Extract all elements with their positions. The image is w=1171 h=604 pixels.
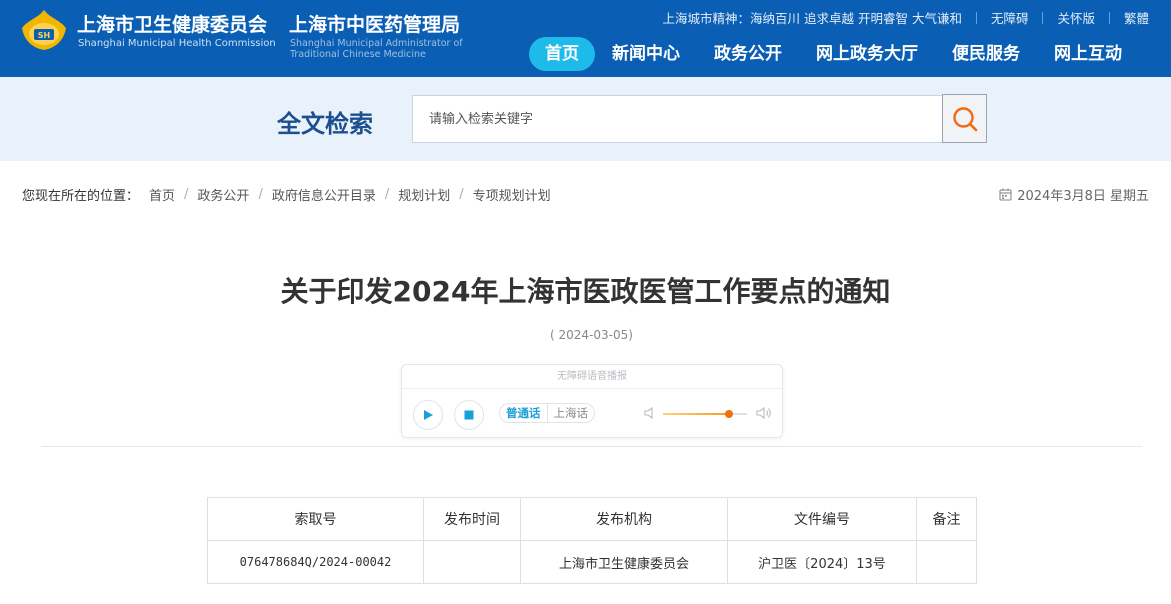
- cell-remarks: [916, 540, 977, 584]
- table-header-row: 索取号 发布时间 发布机构 文件编号 备注: [207, 497, 977, 541]
- breadcrumb-separator: /: [384, 187, 390, 202]
- column-header-document-number: 文件编号: [727, 497, 917, 541]
- stop-button[interactable]: [454, 400, 484, 430]
- volume-slider-fill: [663, 413, 729, 415]
- volume-slider[interactable]: [663, 410, 747, 418]
- separator: [975, 11, 977, 24]
- accessibility-link[interactable]: 无障碍: [991, 8, 1029, 27]
- breadcrumb-separator: /: [258, 187, 263, 202]
- column-header-publisher: 发布机构: [520, 497, 728, 541]
- breadcrumb-home[interactable]: 首页: [149, 185, 175, 204]
- dialect-toggle: 普通话 上海话: [499, 403, 595, 423]
- audio-player: 无障碍语音播报 普通话 上海话: [401, 364, 783, 438]
- content-divider: [41, 446, 1142, 447]
- column-header-publish-time: 发布时间: [423, 497, 521, 541]
- org2-name-en-line2: Traditional Chinese Medicine: [290, 49, 426, 60]
- breadcrumb-info-catalog[interactable]: 政府信息公开目录: [272, 185, 376, 204]
- search-icon: [952, 106, 977, 131]
- volume-low-icon[interactable]: [643, 406, 657, 420]
- article-publish-date: ( 2024-03-05): [550, 328, 633, 342]
- dialect-mandarin-button[interactable]: 普通话: [500, 404, 548, 422]
- nav-item-news[interactable]: 新闻中心: [595, 37, 697, 71]
- org-name-cn[interactable]: 上海市卫生健康委员会: [77, 10, 267, 37]
- play-icon: [424, 410, 433, 420]
- site-header: SH 上海市卫生健康委员会 Shanghai Municipal Health …: [0, 0, 1171, 77]
- org2-name-en: Shanghai Municipal Administrator of Trad…: [290, 38, 463, 60]
- org2-name-en-line1: Shanghai Municipal Administrator of: [290, 38, 463, 49]
- nav-item-interaction[interactable]: 网上互动: [1037, 37, 1139, 71]
- table-row: 076478684Q/2024-00042 上海市卫生健康委员会 沪卫医〔202…: [207, 540, 977, 584]
- audio-player-heading: 无障碍语音播报: [402, 365, 782, 389]
- svg-text:SH: SH: [38, 31, 50, 40]
- breadcrumb-lead: 您现在所在的位置：: [22, 189, 140, 204]
- stop-icon: [464, 410, 474, 420]
- breadcrumb-plans[interactable]: 规划计划: [398, 185, 450, 204]
- nav-item-government-affairs[interactable]: 政务公开: [697, 37, 799, 71]
- document-info-table: 索取号 发布时间 发布机构 文件编号 备注 076478684Q/2024-00…: [207, 497, 977, 584]
- health-commission-logo-icon[interactable]: SH: [20, 8, 68, 52]
- breadcrumb: 您现在所在的位置： 首页 / 政务公开 / 政府信息公开目录 / 规划计划 / …: [22, 185, 551, 204]
- play-button[interactable]: [413, 400, 443, 430]
- org-name-en: Shanghai Municipal Health Commission: [78, 38, 276, 49]
- calendar-icon: [999, 188, 1012, 201]
- nav-item-home[interactable]: 首页: [529, 37, 595, 71]
- search-band: 全文检索: [0, 77, 1171, 161]
- volume-slider-knob[interactable]: [724, 410, 733, 418]
- nav-item-online-hall[interactable]: 网上政务大厅: [799, 37, 935, 71]
- nav-item-public-services[interactable]: 便民服务: [935, 37, 1037, 71]
- breadcrumb-special-plans[interactable]: 专项规划计划: [473, 185, 551, 204]
- care-version-link[interactable]: 关怀版: [1057, 8, 1095, 27]
- traditional-chinese-link[interactable]: 繁體: [1124, 8, 1149, 27]
- breadcrumb-government-affairs[interactable]: 政务公开: [197, 185, 249, 204]
- today-date-text: 2024年3月8日 星期五: [1017, 189, 1149, 204]
- today-date: 2024年3月8日 星期五: [999, 185, 1149, 204]
- cell-publish-time: [423, 540, 521, 584]
- search-input[interactable]: [412, 95, 943, 143]
- column-header-remarks: 备注: [916, 497, 977, 541]
- main-nav: 首页 新闻中心 政务公开 网上政务大厅 便民服务 网上互动: [529, 37, 1139, 71]
- column-header-index-number: 索取号: [207, 497, 424, 541]
- city-spirit-text: 上海城市精神：海纳百川 追求卓越 开明睿智 大气谦和: [662, 11, 962, 26]
- cell-index-number: 076478684Q/2024-00042: [207, 540, 424, 584]
- dialect-shanghai-button[interactable]: 上海话: [548, 404, 595, 422]
- separator: [1108, 11, 1110, 24]
- search-button[interactable]: [942, 94, 987, 143]
- cell-document-number: 沪卫医〔2024〕13号: [727, 540, 917, 584]
- article-title: 关于印发2024年上海市医政医管工作要点的通知: [280, 275, 891, 308]
- breadcrumb-separator: /: [459, 187, 464, 202]
- search-title: 全文检索: [277, 110, 373, 138]
- org2-name-cn[interactable]: 上海市中医药管理局: [289, 10, 460, 37]
- volume-high-icon[interactable]: [755, 405, 773, 421]
- separator: [1042, 11, 1044, 24]
- top-utility-links: 上海城市精神：海纳百川 追求卓越 开明睿智 大气谦和 无障碍 关怀版 繁體: [663, 8, 1149, 27]
- breadcrumb-separator: /: [184, 187, 189, 202]
- cell-publisher: 上海市卫生健康委员会: [520, 540, 728, 584]
